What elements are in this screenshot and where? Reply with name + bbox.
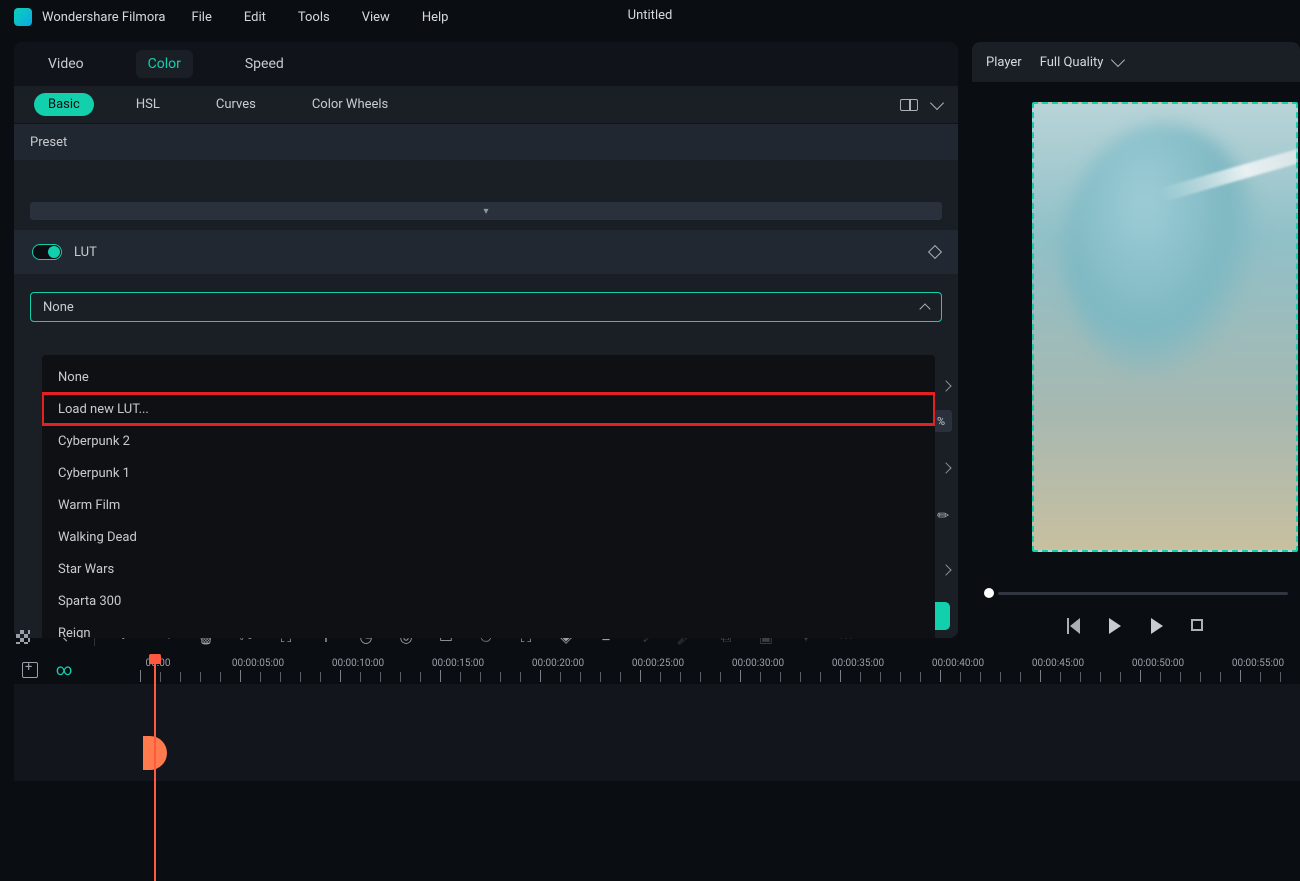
time-label: 00:00:10:00 xyxy=(332,658,384,669)
chevron-right-icon[interactable] xyxy=(940,380,951,391)
lut-option[interactable]: Cyberpunk 1 xyxy=(42,457,935,489)
stop-icon[interactable] xyxy=(1191,619,1203,631)
document-title: Untitled xyxy=(628,8,673,23)
prev-frame-icon[interactable] xyxy=(1065,618,1081,634)
play-stop-icon[interactable] xyxy=(1107,618,1123,634)
eyedropper-icon[interactable]: ✎ xyxy=(934,506,954,526)
menu-view[interactable]: View xyxy=(362,10,390,25)
subtab-basic[interactable]: Basic xyxy=(34,93,94,116)
video-preview[interactable] xyxy=(1032,102,1298,552)
time-label: 00:00:15:00 xyxy=(432,658,484,669)
chevron-up-icon xyxy=(919,303,930,314)
subtab-curves[interactable]: Curves xyxy=(202,93,270,116)
subtab-hsl[interactable]: HSL xyxy=(122,93,174,116)
player-panel: Player Full Quality xyxy=(972,42,1300,638)
time-label: 00:00:40:00 xyxy=(932,658,984,669)
time-label: 00:00:35:00 xyxy=(832,658,884,669)
lut-option-load-new[interactable]: Load new LUT... xyxy=(42,393,935,425)
lut-option[interactable]: Sparta 300 xyxy=(42,585,935,617)
quality-dropdown[interactable]: Full Quality xyxy=(1040,55,1124,70)
lut-label: LUT xyxy=(74,245,97,260)
lut-option[interactable]: Warm Film xyxy=(42,489,935,521)
add-track-icon[interactable] xyxy=(22,662,38,678)
time-label: 00:00:30:00 xyxy=(732,658,784,669)
lut-section-header: LUT xyxy=(14,230,958,274)
tab-color[interactable]: Color xyxy=(136,50,193,78)
preset-thumbnails[interactable] xyxy=(14,160,958,196)
tab-speed[interactable]: Speed xyxy=(233,50,296,78)
menu-edit[interactable]: Edit xyxy=(244,10,266,25)
chevron-down-icon xyxy=(1111,53,1125,67)
time-label: 00:00:50:00 xyxy=(1132,658,1184,669)
menu-file[interactable]: File xyxy=(191,10,211,25)
lut-option[interactable]: Star Wars xyxy=(42,553,935,585)
compare-view-icon[interactable] xyxy=(900,99,918,111)
playback-controls xyxy=(972,618,1300,634)
menu-help[interactable]: Help xyxy=(422,10,449,25)
lut-option[interactable]: Walking Dead xyxy=(42,521,935,553)
preset-section-label: Preset xyxy=(14,124,958,160)
play-icon[interactable] xyxy=(1149,618,1165,634)
link-tracks-icon[interactable]: ∞ xyxy=(56,660,72,679)
scrub-handle-icon[interactable] xyxy=(984,588,994,598)
time-label: 00:00:25:00 xyxy=(632,658,684,669)
scrub-bar[interactable] xyxy=(972,588,1300,598)
keyframe-icon[interactable] xyxy=(928,245,942,259)
lut-dropdown-list: None Load new LUT... Cyberpunk 2 Cyberpu… xyxy=(42,355,935,638)
playhead[interactable] xyxy=(154,654,156,881)
app-name: Wondershare Filmora xyxy=(42,10,165,25)
timeline-ruler[interactable]: 00:00 00:00:05:00 00:00:10:00 00:00:15:0… xyxy=(140,654,1300,684)
main-tabs: Video Color Speed xyxy=(14,42,958,86)
scrub-track[interactable] xyxy=(998,592,1288,595)
time-label: 00:00:45:00 xyxy=(1032,658,1084,669)
player-header: Player Full Quality xyxy=(972,42,1300,82)
lut-option[interactable]: Reign xyxy=(42,617,935,638)
lut-option-none[interactable]: None xyxy=(42,361,935,393)
timeline: ∞ 00:00 00:00:05:00 00:00:10:00 00:00:15… xyxy=(14,654,1300,781)
time-label: 00:00:20:00 xyxy=(532,658,584,669)
menu-tools[interactable]: Tools xyxy=(298,10,330,25)
quality-value: Full Quality xyxy=(1040,55,1104,70)
time-label: 00:00:55:00 xyxy=(1232,658,1284,669)
chevron-right-icon[interactable] xyxy=(940,462,951,473)
grid-icon[interactable] xyxy=(14,628,32,646)
app-logo-icon xyxy=(14,8,32,26)
inspector-panel: Video Color Speed Basic HSL Curves Color… xyxy=(14,42,958,638)
color-subtabs: Basic HSL Curves Color Wheels xyxy=(14,86,958,124)
panel-menu-icon[interactable] xyxy=(930,95,944,109)
preset-collapse-bar[interactable]: ▾ xyxy=(30,202,942,220)
lut-option[interactable]: Cyberpunk 2 xyxy=(42,425,935,457)
subtab-colorwheels[interactable]: Color Wheels xyxy=(298,93,402,116)
time-label: 00:00:05:00 xyxy=(232,658,284,669)
lut-toggle[interactable] xyxy=(32,244,62,260)
lut-dropdown[interactable]: None xyxy=(30,292,942,322)
lut-selected-value: None xyxy=(43,300,74,315)
chevron-right-icon[interactable] xyxy=(940,564,951,575)
tab-video[interactable]: Video xyxy=(36,50,96,78)
timeline-ruler-row: ∞ 00:00 00:00:05:00 00:00:10:00 00:00:15… xyxy=(14,654,1300,684)
player-label: Player xyxy=(986,55,1022,70)
timeline-tracks[interactable] xyxy=(14,684,1300,781)
